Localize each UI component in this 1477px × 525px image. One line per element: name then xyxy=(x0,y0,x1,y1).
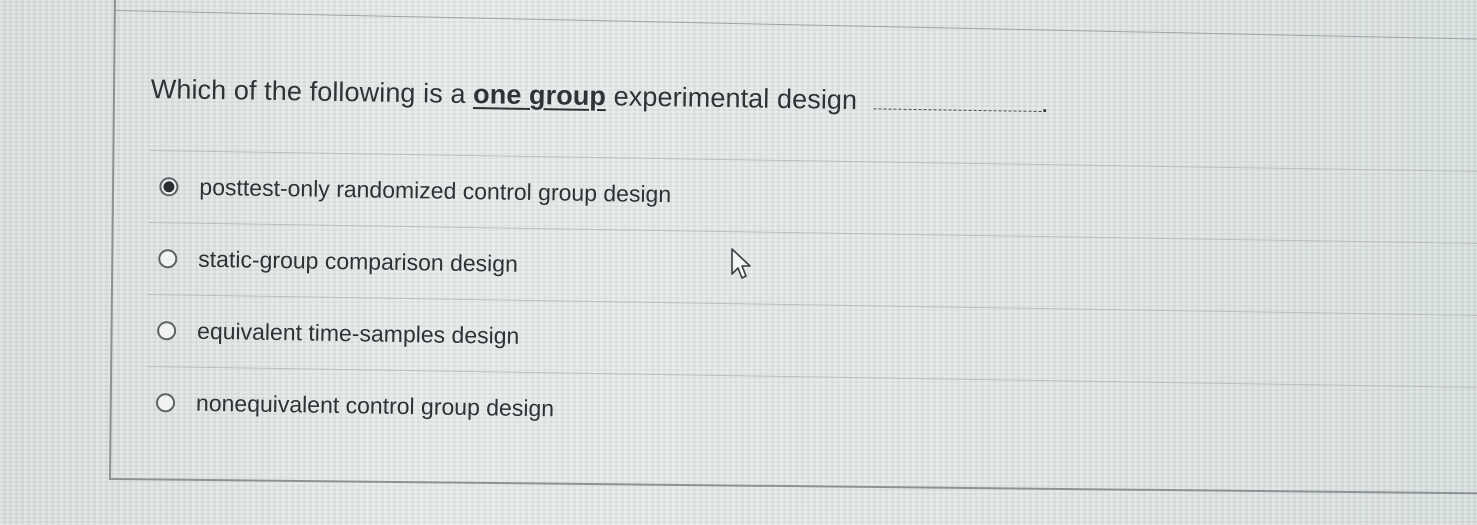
answer-label: static-group comparison design xyxy=(198,245,519,277)
answer-label: posttest-only randomized control group d… xyxy=(199,173,672,208)
radio-unchecked-icon[interactable] xyxy=(157,321,177,341)
answer-list: posttest-only randomized control group d… xyxy=(145,150,1477,459)
fill-in-blank xyxy=(873,88,1042,112)
answer-label: equivalent time-samples design xyxy=(196,317,520,349)
radio-unchecked-icon[interactable] xyxy=(158,249,178,269)
question-suffix: experimental design xyxy=(605,81,858,116)
question-emphasis: one group xyxy=(472,79,607,112)
question-prefix: Which of the following is a xyxy=(150,74,474,110)
question-end-punct: . xyxy=(1040,87,1049,119)
mouse-pointer-icon xyxy=(730,247,754,286)
answer-label: nonequivalent control group design xyxy=(195,389,555,422)
radio-unchecked-icon[interactable] xyxy=(155,393,176,413)
radio-dot xyxy=(163,181,175,193)
radio-checked-icon[interactable] xyxy=(159,177,179,197)
